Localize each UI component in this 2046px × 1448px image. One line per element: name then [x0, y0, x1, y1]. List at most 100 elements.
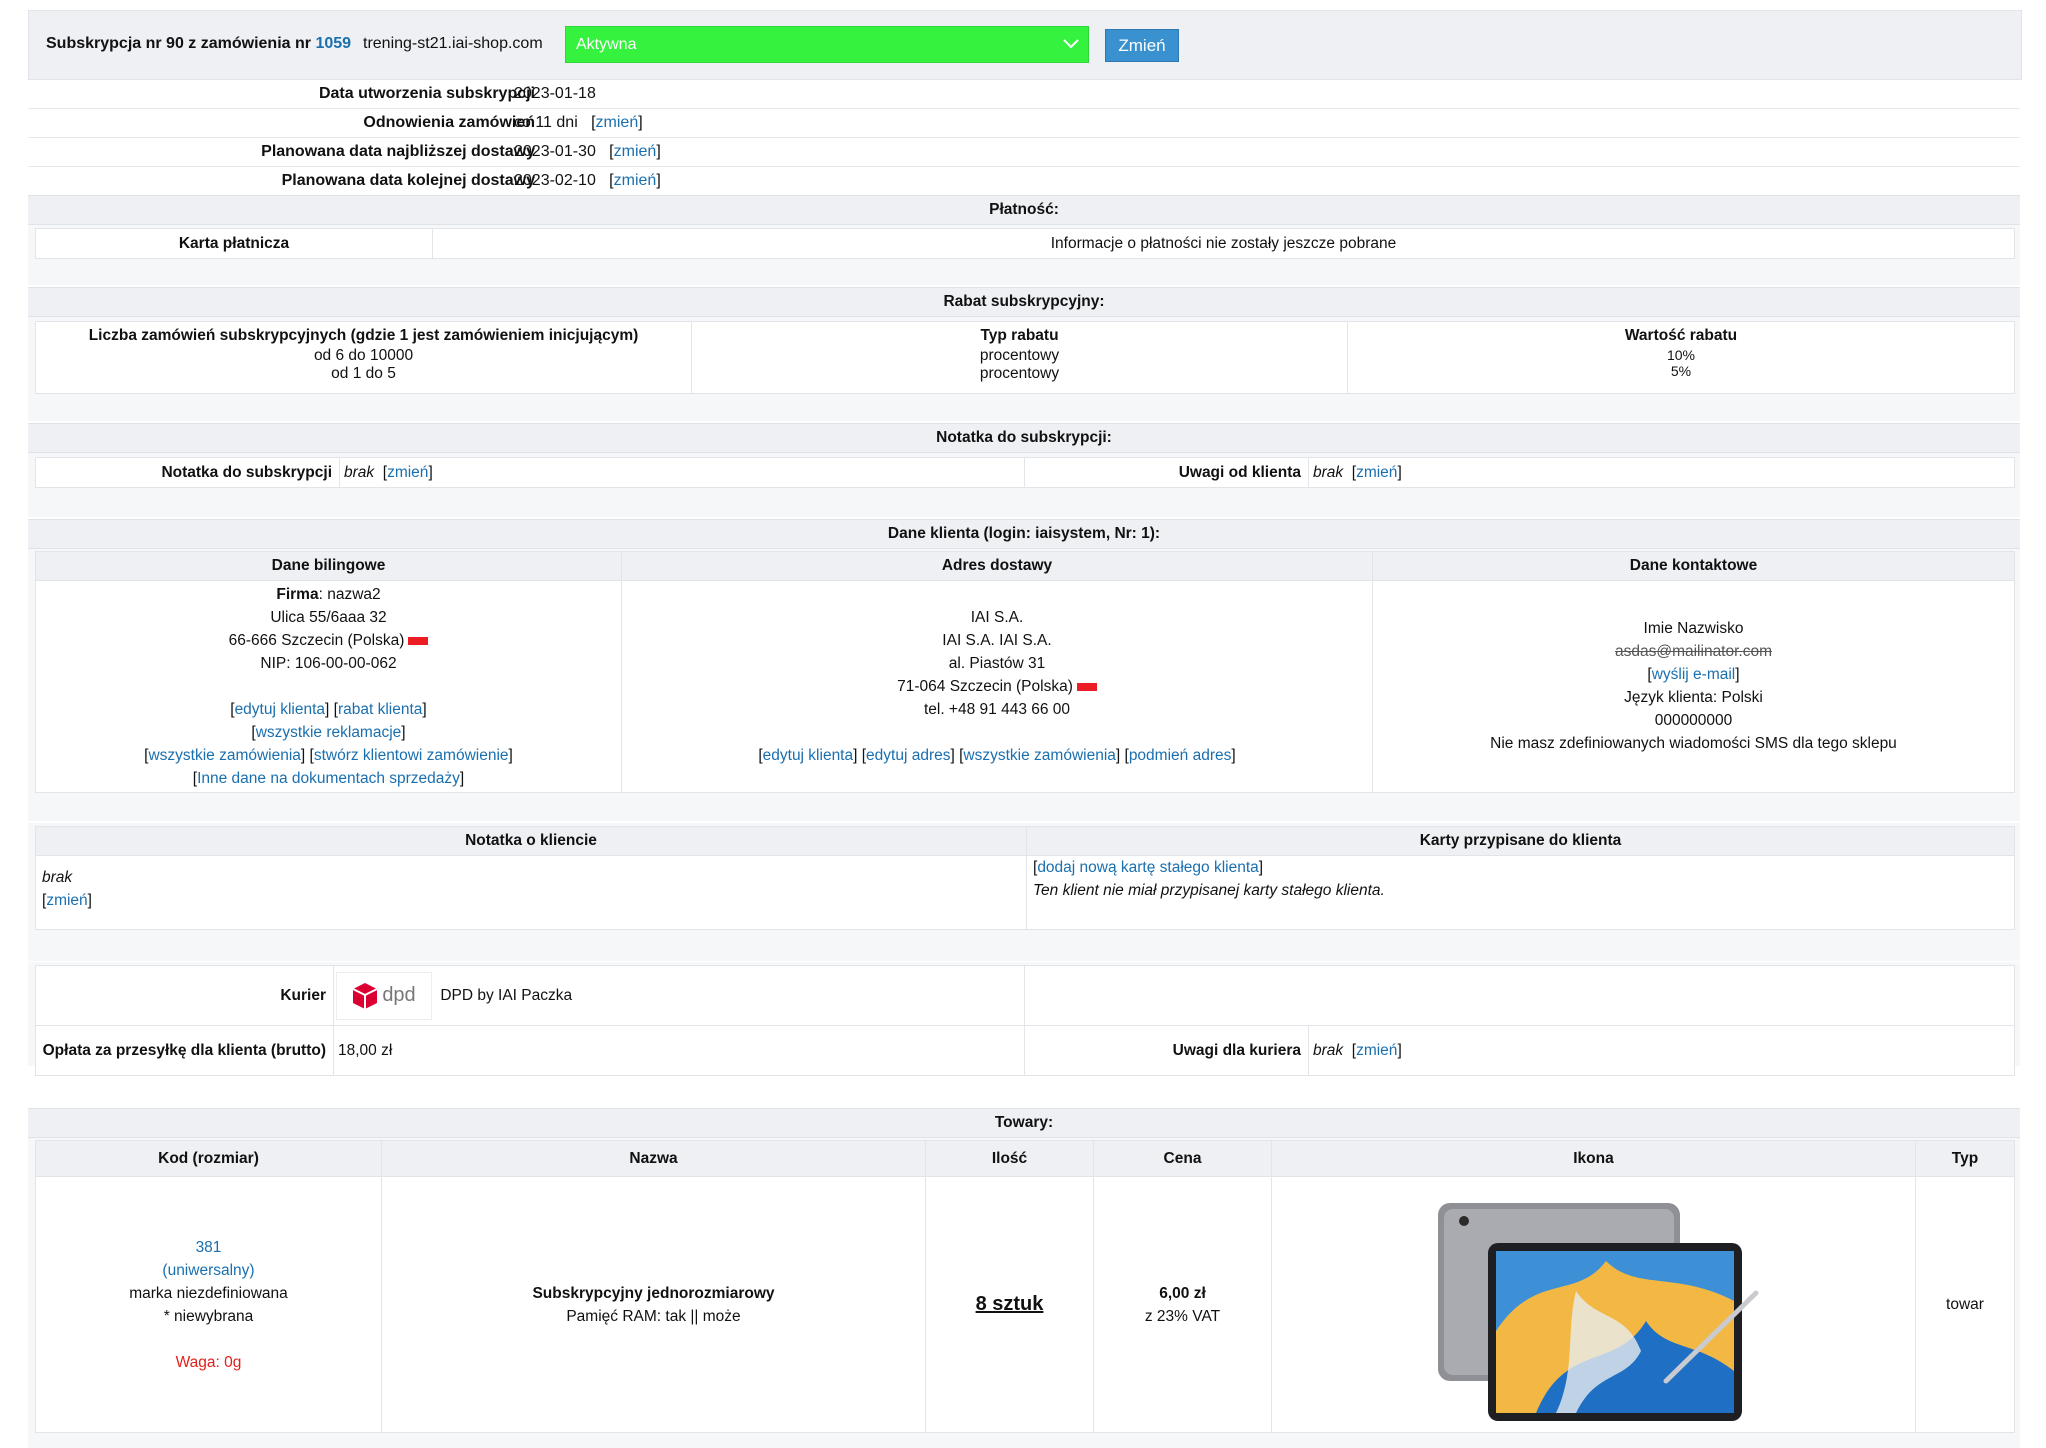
detail-label: Planowana data kolejnej dostawy: [281, 172, 535, 189]
client-remarks-label: Uwagi od klienta: [1024, 457, 1309, 488]
courier-label: Kurier: [35, 965, 334, 1026]
payment-table: Karta płatnicza Informacje o płatności n…: [35, 228, 2015, 259]
detail-value: co 11 dni [zmień]: [514, 114, 643, 131]
discount-type-header: Typ rabatu: [980, 327, 1059, 344]
order-number-link[interactable]: 1059: [315, 35, 351, 52]
delivery-line2: IAI S.A. IAI S.A.: [942, 632, 1052, 649]
dpd-cube-icon: [352, 982, 378, 1009]
detail-row-following-delivery: Planowana data kolejnej dostawy 2023-02-…: [28, 166, 2020, 196]
product-price: 6,00 zł: [1159, 1284, 1206, 1302]
product-size-link[interactable]: (uniwersalny): [36, 1259, 381, 1282]
other-document-data-link[interactable]: Inne dane na dokumentach sprzedaży: [197, 770, 460, 787]
note-value: brak: [344, 463, 375, 481]
product-code-cell: 381 (uniwersalny) marka niezdefiniowana …: [35, 1176, 382, 1433]
client-note-value: brak: [42, 869, 73, 886]
product-type: towar: [1915, 1176, 2015, 1433]
flag-icon: [1076, 682, 1097, 691]
products-table: Kod (rozmiar) Nazwa Ilość Cena Ikona Typ…: [35, 1140, 2015, 1433]
status-select[interactable]: Aktywna: [565, 26, 1089, 63]
delivery-line1: IAI S.A.: [970, 609, 1024, 626]
note-label: Notatka do subskrypcji: [35, 457, 340, 488]
change-client-remarks-link[interactable]: zmień: [1356, 464, 1397, 481]
sms-info: Nie masz zdefiniowanych wiadomości SMS d…: [1490, 735, 1897, 752]
delivery-header: Adres dostawy: [621, 551, 1373, 581]
discount-value-0: 10%: [1666, 347, 1696, 363]
header-title: Subskrypcja nr 90 z zamówienia nr 1059: [46, 35, 351, 53]
client-discount-link[interactable]: rabat klienta: [338, 701, 422, 718]
create-order-link[interactable]: stwórz klientowi zamówienie: [314, 747, 509, 764]
discount-value-header: Wartość rabatu: [1624, 327, 1738, 344]
billing-cell: Firma: nazwa2 Ulica 55/6aaa 32 66-666 Sz…: [35, 580, 622, 793]
courier-notes-label: Uwagi dla kuriera: [1024, 1025, 1309, 1076]
detail-row-next-delivery: Planowana data najbliższej dostawy 2023-…: [28, 137, 2020, 167]
detail-value: 2023-01-18: [514, 85, 596, 102]
note-section-title: Notatka do subskrypcji:: [28, 423, 2020, 453]
change-status-button[interactable]: Zmień: [1105, 29, 1179, 62]
products-section-title: Towary:: [28, 1108, 2020, 1138]
courier-name: DPD by IAI Paczka: [440, 986, 573, 1004]
change-courier-notes-link[interactable]: zmień: [1356, 1042, 1397, 1059]
all-complaints-link[interactable]: wszystkie reklamacje: [256, 724, 402, 741]
send-email-link[interactable]: wyślij e-mail: [1652, 666, 1736, 683]
product-weight: Waga: 0g: [175, 1353, 242, 1371]
header-title-text: Subskrypcja nr 90 z zamówienia nr: [46, 35, 311, 52]
courier-cell: dpd DPD by IAI Paczka: [333, 965, 1025, 1026]
subscription-header: Subskrypcja nr 90 z zamówienia nr 1059 t…: [28, 10, 2022, 80]
fee-label: Opłata za przesyłkę dla klienta (brutto): [35, 1025, 334, 1076]
detail-label: Planowana data najbliższej dostawy: [261, 143, 535, 160]
courier-notes-value: brak: [1313, 1041, 1344, 1059]
payment-value: Informacje o płatności nie zostały jeszc…: [432, 228, 2015, 259]
product-brand: marka niezdefiniowana: [129, 1284, 288, 1302]
discount-type-cell: Typ rabatu procentowy procentowy: [691, 321, 1348, 394]
edit-address-link[interactable]: edytuj adres: [866, 747, 950, 764]
contact-cell: Imie Nazwisko asdas@mailinator.com [wyśl…: [1372, 580, 2015, 793]
discount-range-header: Liczba zamówień subskrypcyjnych (gdzie 1…: [88, 327, 639, 344]
discount-table: Liczba zamówień subskrypcyjnych (gdzie 1…: [35, 321, 2015, 394]
payment-section-title: Płatność:: [28, 195, 2020, 225]
edit-client-link[interactable]: edytuj klienta: [235, 701, 325, 718]
product-quantity-link[interactable]: 8 sztuk: [976, 1293, 1044, 1315]
following-delivery-value: 2023-02-10: [514, 172, 596, 189]
no-card-info: Ten klient nie miał przypisanej karty st…: [1033, 882, 1385, 899]
contact-email: asdas@mailinator.com: [1614, 643, 1773, 660]
dpd-logo-text: dpd: [382, 984, 416, 1006]
change-renewal-link[interactable]: zmień: [596, 114, 639, 131]
tablet-image: [1425, 1180, 1762, 1429]
product-quantity-cell: 8 sztuk: [925, 1176, 1094, 1433]
flag-icon: [408, 636, 429, 645]
change-following-delivery-link[interactable]: zmień: [614, 172, 657, 189]
product-code-link[interactable]: 381: [36, 1236, 381, 1259]
discount-range-1: od 1 do 5: [331, 365, 396, 382]
discount-section-title: Rabat subskrypcyjny:: [28, 287, 2020, 317]
product-icon-cell: [1271, 1176, 1916, 1433]
payment-label: Karta płatnicza: [35, 228, 433, 259]
discount-range-cell: Liczba zamówień subskrypcyjnych (gdzie 1…: [35, 321, 692, 394]
status-value: Aktywna: [576, 36, 637, 53]
col-icon: Ikona: [1271, 1140, 1916, 1177]
renewal-value: co 11 dni: [514, 114, 578, 131]
client-note-header: Notatka o kliencie: [35, 826, 1027, 856]
delivery-all-orders-link[interactable]: wszystkie zamówienia: [963, 747, 1115, 764]
note-value-cell: brak [zmień]: [339, 457, 1025, 488]
discount-value-cell: Wartość rabatu 10% 5%: [1347, 321, 2015, 394]
cards-cell: [dodaj nową kartę stałego klienta] Ten k…: [1026, 855, 2015, 930]
delivery-city: 71-064 Szczecin (Polska): [897, 678, 1073, 695]
client-remarks-value: brak: [1313, 463, 1344, 481]
add-loyalty-card-link[interactable]: dodaj nową kartę stałego klienta: [1037, 859, 1258, 876]
replace-address-link[interactable]: podmień adres: [1129, 747, 1232, 764]
product-price-cell: 6,00 zł z 23% VAT: [1093, 1176, 1272, 1433]
change-note-link[interactable]: zmień: [387, 464, 428, 481]
discount-type-1: procentowy: [979, 365, 1060, 382]
change-client-note-link[interactable]: zmień: [46, 892, 87, 909]
billing-city: 66-666 Szczecin (Polska): [228, 632, 405, 649]
billing-header: Dane bilingowe: [35, 551, 622, 581]
contact-language: Język klienta: Polski: [1624, 689, 1763, 706]
product-variant: * niewybrana: [163, 1307, 254, 1325]
delivery-edit-client-link[interactable]: edytuj klienta: [763, 747, 853, 764]
shipping-table: Kurier dpd DPD by IAI Paczka Opłata za p…: [35, 965, 2015, 1076]
detail-value: 2023-02-10 [zmień]: [514, 172, 661, 189]
fee-value: 18,00 zł: [333, 1025, 1025, 1076]
company-name: nazwa2: [327, 586, 381, 603]
change-next-delivery-link[interactable]: zmień: [614, 143, 657, 160]
all-orders-link[interactable]: wszystkie zamówienia: [148, 747, 300, 764]
